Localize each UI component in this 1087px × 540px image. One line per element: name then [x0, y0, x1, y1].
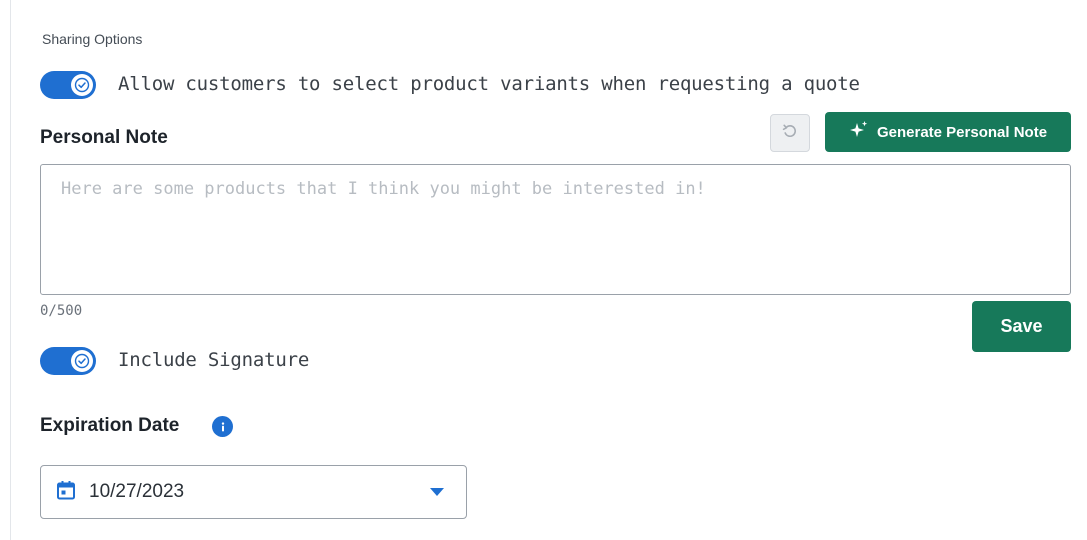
- section-title: Sharing Options: [42, 31, 143, 47]
- sharing-options-panel: Sharing Options Allow customers to selec…: [0, 0, 1087, 540]
- save-button[interactable]: Save: [972, 301, 1071, 352]
- expiration-date-value: 10/27/2023: [89, 481, 185, 502]
- check-icon: [71, 350, 93, 372]
- caret-down-icon[interactable]: [428, 486, 446, 498]
- signature-toggle[interactable]: [40, 347, 96, 375]
- signature-toggle-label: Include Signature: [118, 349, 310, 371]
- undo-icon: [781, 122, 799, 145]
- info-icon[interactable]: [212, 416, 233, 437]
- expiration-date-picker[interactable]: 10/27/2023: [40, 465, 467, 519]
- variants-toggle-label: Allow customers to select product varian…: [118, 73, 860, 95]
- expiration-date-label: Expiration Date: [40, 415, 180, 436]
- generate-personal-note-label: Generate Personal Note: [876, 123, 1048, 141]
- personal-note-textarea[interactable]: Here are some products that I think you …: [40, 164, 1071, 295]
- personal-note-label: Personal Note: [40, 127, 168, 148]
- variants-toggle[interactable]: [40, 71, 96, 99]
- calendar-icon: [55, 479, 77, 506]
- undo-button[interactable]: [770, 114, 810, 152]
- personal-note-placeholder: Here are some products that I think you …: [61, 179, 706, 199]
- sparkle-icon: [849, 120, 869, 144]
- panel-divider: [10, 0, 11, 540]
- generate-personal-note-button[interactable]: Generate Personal Note: [825, 112, 1071, 152]
- check-icon: [71, 74, 93, 96]
- character-counter: 0/500: [40, 303, 83, 319]
